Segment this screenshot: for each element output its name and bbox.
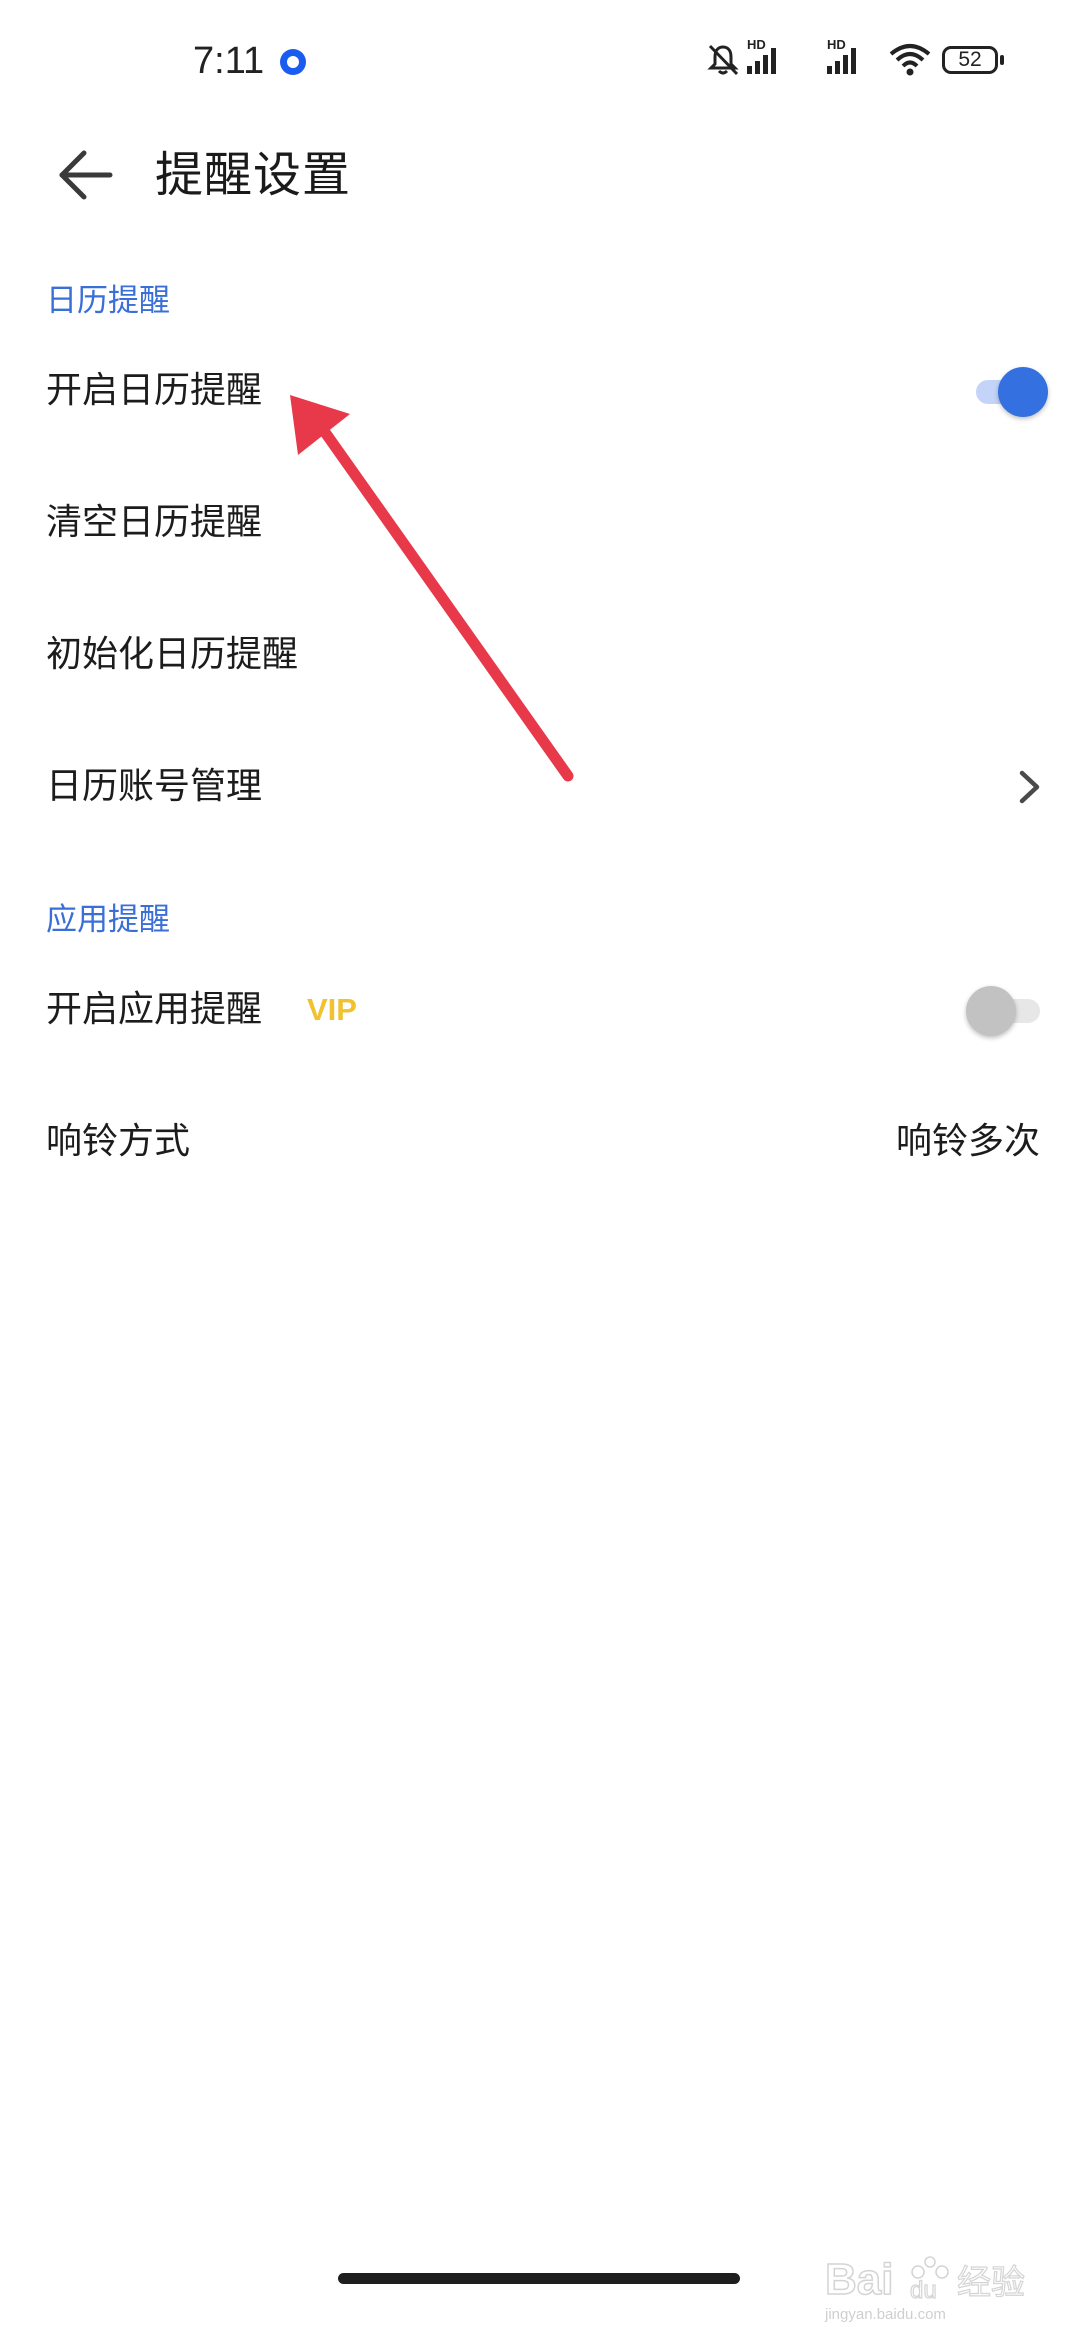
section-header-calendar: 日历提醒 [46,283,170,319]
wifi-icon [889,44,931,76]
row-label: 清空日历提醒 [46,502,263,543]
back-button[interactable] [46,135,126,215]
app-reminder-toggle[interactable] [966,980,1058,1040]
row-calendar-account-management[interactable]: 日历账号管理 [0,721,1080,853]
ring-mode-value: 响铃多次 [895,1121,1040,1162]
row-ring-mode[interactable]: 响铃方式 响铃多次 [0,1076,1080,1208]
row-label: 开启应用提醒 [46,989,263,1030]
row-label: 响铃方式 [46,1121,191,1162]
home-indicator[interactable] [338,2273,740,2284]
mute-icon [707,44,739,76]
row-label: 日历账号管理 [46,766,263,807]
calendar-reminder-toggle[interactable] [968,361,1058,421]
row-label: 开启日历提醒 [46,370,263,411]
vip-badge: VIP [307,992,357,1027]
battery-icon: 52 [942,46,1004,74]
row-label: 初始化日历提醒 [46,634,299,675]
app-bar: 提醒设置 [0,125,1080,285]
battery-level: 52 [958,48,982,71]
row-enable-app-reminder[interactable]: 开启应用提醒 VIP [0,944,1080,1076]
status-bar: 7:11 HD HD 52 [0,0,1080,125]
toggle-thumb [998,367,1048,417]
baidu-watermark-logo: Bai du 经验 [825,2254,1026,2305]
svg-text:du: du [910,2277,937,2304]
svg-text:Bai: Bai [825,2255,893,2304]
svg-text:经验: 经验 [957,2263,1025,2303]
signal-icon [747,48,776,74]
status-time: 7:11 [193,40,265,82]
chevron-right-icon [1019,770,1040,804]
app-notification-icon [280,49,306,75]
section-header-app: 应用提醒 [46,902,170,938]
toggle-thumb [966,986,1016,1036]
row-clear-calendar-reminder[interactable]: 清空日历提醒 [0,457,1080,589]
signal-icon [827,48,856,74]
row-enable-calendar-reminder[interactable]: 开启日历提醒 [0,325,1080,457]
watermark-text: jingyan.baidu.com [825,2306,946,2323]
row-init-calendar-reminder[interactable]: 初始化日历提醒 [0,589,1080,721]
back-arrow-icon [59,150,113,200]
page-title: 提醒设置 [155,147,352,203]
